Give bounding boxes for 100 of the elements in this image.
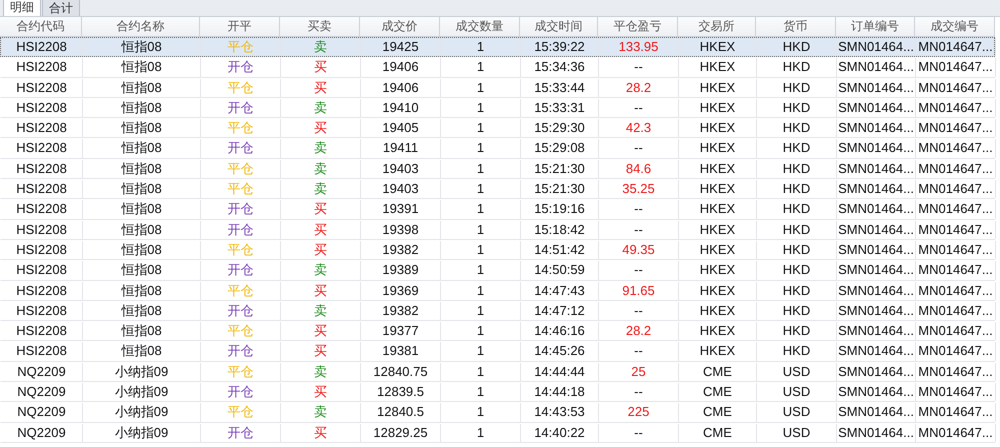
table-cell: 1 (441, 322, 521, 340)
table-cell: HKD (757, 180, 837, 198)
tab[interactable]: 合计 (42, 0, 80, 16)
table-row[interactable]: HSI2208 恒指08 开仓 买 19391 1 15:19:16 -- HKEX HKD SMN01464... MN014647... (0, 199, 995, 220)
table-cell: HKEX (679, 139, 757, 158)
table-cell: MN014647... (916, 78, 996, 97)
table-cell: 91.65 (599, 282, 679, 300)
table-cell: 卖 (281, 302, 361, 320)
table-row[interactable]: HSI2208 恒指08 平仓 买 19369 1 14:47:43 91.65 HKEX HKD SMN01464... MN014647... (0, 280, 995, 301)
table-cell: SMN01464... (837, 383, 916, 402)
table-cell: SMN01464... (837, 302, 916, 320)
table-cell: 卖 (281, 38, 361, 56)
table-cell: -- (599, 220, 679, 239)
table-cell: 买 (281, 322, 361, 340)
table-cell: 买 (281, 78, 361, 97)
table-row[interactable]: HSI2208 恒指08 开仓 卖 19410 1 15:33:31 -- HKEX HKD SMN01464... MN014647... (0, 98, 995, 118)
table-cell: HKEX (679, 38, 757, 56)
table-cell: HSI2208 (1, 342, 83, 361)
table-cell: 14:50:59 (521, 261, 599, 280)
table-cell: HKD (757, 78, 837, 97)
column-header[interactable]: 交易所 (678, 17, 756, 36)
table-cell: 恒指08 (83, 261, 201, 280)
table-cell: 恒指08 (83, 38, 201, 56)
table-cell: 平仓 (201, 403, 281, 422)
table-row[interactable]: NQ2209 小纳指09 开仓 买 12839.5 1 14:44:18 -- CME USD SMN01464... MN014647... (0, 382, 995, 402)
table-cell: 买 (281, 424, 361, 442)
table-cell: HKD (757, 119, 837, 138)
table-row[interactable]: NQ2209 小纳指09 平仓 卖 12840.5 1 14:43:53 225 CME USD SMN01464... MN014647... (0, 402, 995, 423)
table-row[interactable]: HSI2208 恒指08 开仓 卖 19382 1 14:47:12 -- HKEX HKD SMN01464... MN014647... (0, 300, 995, 322)
column-header[interactable]: 货币 (756, 17, 836, 36)
table-cell: -- (599, 58, 679, 77)
table-row[interactable]: NQ2209 小纳指09 开仓 买 12829.25 1 14:40:22 -- CME USD SMN01464... MN014647... (0, 422, 995, 443)
table-cell: 14:45:26 (521, 342, 599, 361)
table-cell: 19411 (361, 139, 441, 158)
table-cell: -- (599, 139, 679, 158)
table-cell: 小纳指09 (83, 424, 201, 442)
table-cell: 恒指08 (83, 139, 201, 158)
table-cell: 恒指08 (83, 322, 201, 340)
table-row[interactable]: HSI2208 恒指08 平仓 卖 19403 1 15:21:30 35.25 HKEX HKD SMN01464... MN014647... (0, 179, 995, 200)
table-row[interactable]: HSI2208 恒指08 平仓 买 19405 1 15:29:30 42.3 HKEX HKD SMN01464... MN014647... (0, 118, 995, 138)
column-header[interactable]: 成交时间 (520, 17, 598, 36)
table-cell: HKD (757, 98, 837, 118)
table-cell: 1 (441, 220, 521, 239)
column-header[interactable]: 合约名称 (82, 17, 200, 36)
table-cell: 开仓 (201, 139, 281, 158)
table-cell: HKEX (679, 322, 757, 340)
column-header[interactable]: 平仓盈亏 (598, 17, 678, 36)
table-cell: HKD (757, 220, 837, 239)
column-header[interactable]: 成交编号 (915, 17, 995, 36)
column-header[interactable]: 成交数量 (440, 17, 520, 36)
table-cell: 小纳指09 (83, 362, 201, 382)
table-cell: 42.3 (599, 119, 679, 138)
table-row[interactable]: HSI2208 恒指08 开仓 买 19398 1 15:18:42 -- HKEX HKD SMN01464... MN014647... (0, 220, 995, 240)
table-cell: 12839.5 (361, 383, 441, 402)
table-cell: 1 (441, 403, 521, 422)
table-row[interactable]: HSI2208 恒指08 平仓 买 19406 1 15:33:44 28.2 HKEX HKD SMN01464... MN014647... (0, 78, 995, 98)
table-row[interactable]: NQ2209 小纳指09 平仓 卖 12840.75 1 14:44:44 25 CME USD SMN01464... MN014647... (0, 362, 995, 382)
table-cell: MN014647... (916, 282, 996, 300)
table-cell: 19405 (361, 119, 441, 138)
table-cell: HSI2208 (1, 119, 83, 138)
column-header[interactable]: 订单编号 (836, 17, 915, 36)
column-header[interactable]: 合约代码 (0, 17, 82, 36)
table-cell: 1 (441, 362, 521, 382)
table-row[interactable]: HSI2208 恒指08 开仓 买 19381 1 14:45:26 -- HKEX HKD SMN01464... MN014647... (0, 341, 995, 362)
table-cell: HSI2208 (1, 139, 83, 158)
table-cell: HKEX (679, 200, 757, 219)
table-row[interactable]: HSI2208 恒指08 开仓 卖 19411 1 15:29:08 -- HKEX HKD SMN01464... MN014647... (0, 138, 995, 159)
table-cell: 平仓 (201, 282, 281, 300)
table-cell: SMN01464... (837, 78, 916, 97)
table-cell: 1 (441, 139, 521, 158)
table-cell: 14:44:18 (521, 383, 599, 402)
column-header[interactable]: 开平 (200, 17, 280, 36)
table-cell: 19389 (361, 261, 441, 280)
table-row[interactable]: HSI2208 恒指08 平仓 卖 19425 1 15:39:22 133.95 HKEX HKD SMN01464... MN014647... (0, 37, 995, 58)
table-cell: MN014647... (916, 424, 996, 442)
table-cell: 平仓 (201, 78, 281, 97)
table-cell: 买 (281, 282, 361, 300)
table-cell: SMN01464... (837, 322, 916, 340)
table-cell: 15:19:16 (521, 200, 599, 219)
table-cell: -- (599, 424, 679, 442)
table-cell: 恒指08 (83, 98, 201, 118)
column-header[interactable]: 成交价 (360, 17, 440, 36)
table-cell: 平仓 (201, 240, 281, 260)
table-cell: 小纳指09 (83, 383, 201, 402)
tab[interactable]: 明细 (3, 0, 41, 16)
table-row[interactable]: HSI2208 恒指08 平仓 买 19382 1 14:51:42 49.35 HKEX HKD SMN01464... MN014647... (0, 240, 995, 260)
column-header[interactable]: 买卖 (280, 17, 360, 36)
table-cell: SMN01464... (837, 403, 916, 422)
table-cell: 买 (281, 240, 361, 260)
table-cell: HSI2208 (1, 180, 83, 198)
table-cell: 19391 (361, 200, 441, 219)
table-cell: 平仓 (201, 322, 281, 340)
table-cell: MN014647... (916, 302, 996, 320)
table-row[interactable]: HSI2208 恒指08 开仓 买 19406 1 15:34:36 -- HKEX HKD SMN01464... MN014647... (0, 57, 995, 78)
table-cell: 49.35 (599, 240, 679, 260)
table-cell: 12840.5 (361, 403, 441, 422)
table-cell: 19381 (361, 342, 441, 361)
table-row[interactable]: HSI2208 恒指08 平仓 买 19377 1 14:46:16 28.2 HKEX HKD SMN01464... MN014647... (0, 321, 995, 342)
table-row[interactable]: HSI2208 恒指08 开仓 卖 19389 1 14:50:59 -- HKEX HKD SMN01464... MN014647... (0, 260, 995, 281)
table-row[interactable]: HSI2208 恒指08 平仓 卖 19403 1 15:21:30 84.6 HKEX HKD SMN01464... MN014647... (0, 158, 995, 180)
